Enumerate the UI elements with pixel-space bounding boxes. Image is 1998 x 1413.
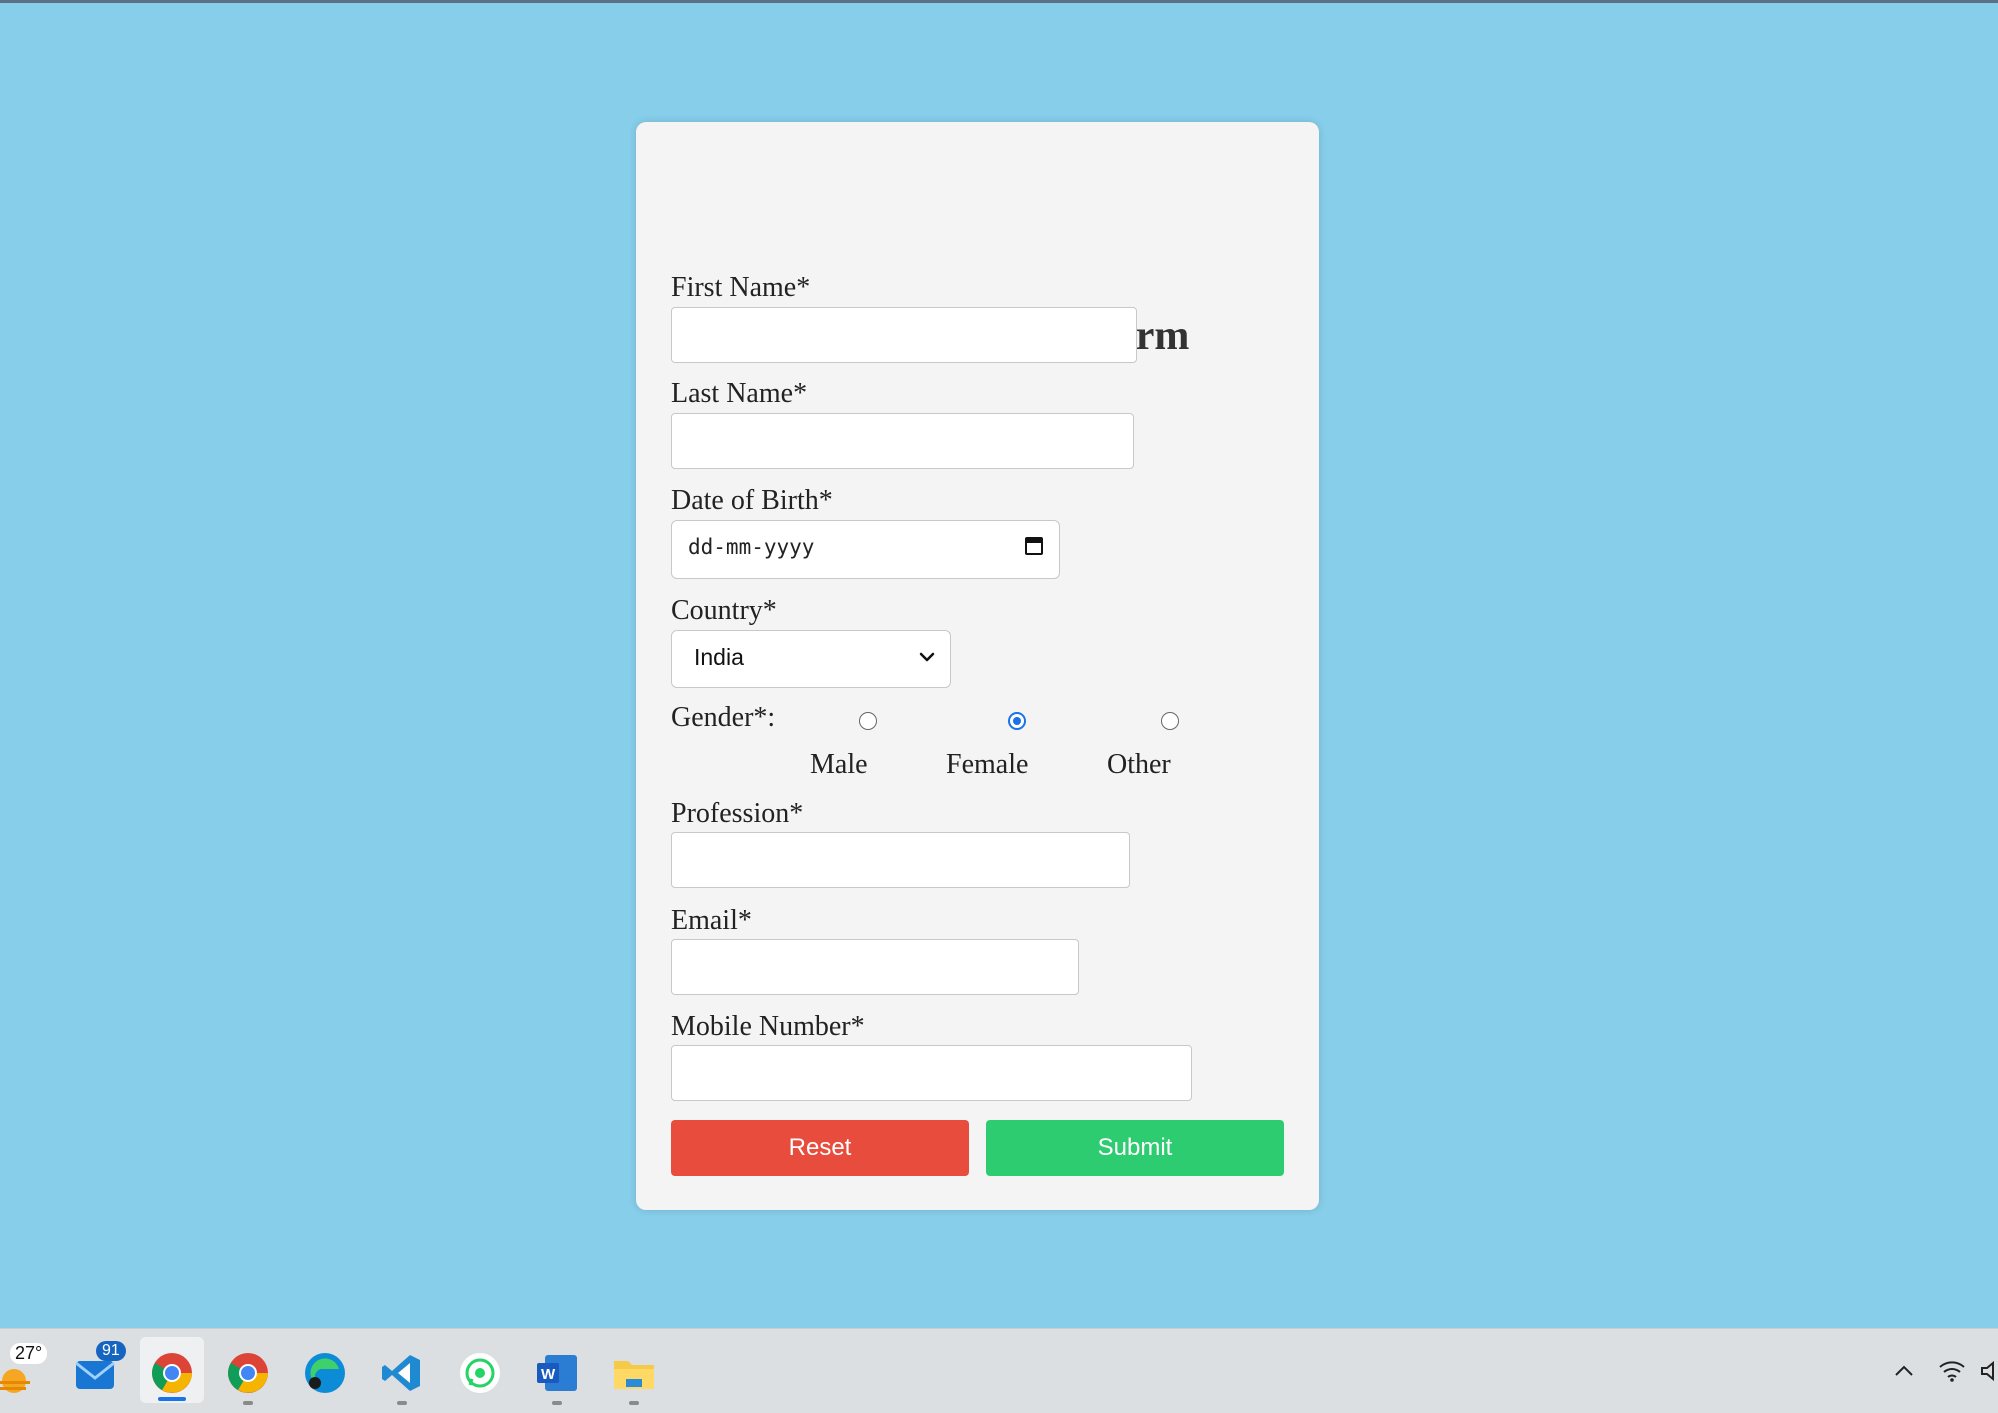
profession-input[interactable] [671, 832, 1130, 888]
window-top-border [0, 0, 1998, 3]
mobile-label: Mobile Number* [671, 1011, 865, 1042]
weather-temp: 27° [10, 1343, 48, 1364]
country-label: Country* [671, 595, 777, 626]
profession-label: Profession* [671, 798, 804, 829]
gender-male-radio[interactable] [859, 712, 877, 730]
gender-label: Gender*: [671, 702, 776, 733]
active-indicator [158, 1397, 186, 1401]
svg-text:W: W [541, 1366, 556, 1383]
running-indicator [243, 1401, 253, 1405]
chevron-up-icon[interactable] [1893, 1363, 1915, 1379]
dob-placeholder: dd-mm-yyyy [688, 535, 815, 559]
first-name-label: First Name* [671, 272, 811, 303]
chrome-profile-icon[interactable] [226, 1351, 270, 1395]
last-name-input[interactable] [671, 413, 1134, 469]
first-name-input[interactable] [671, 307, 1137, 363]
running-indicator [397, 1401, 407, 1405]
reset-button[interactable]: Reset [671, 1120, 969, 1176]
edge-icon[interactable] [303, 1351, 347, 1395]
dob-label: Date of Birth* [671, 485, 833, 516]
chrome-taskbar-button[interactable] [140, 1337, 204, 1403]
file-explorer-icon[interactable] [612, 1351, 656, 1395]
chrome-icon [152, 1353, 192, 1393]
last-name-label: Last Name* [671, 378, 808, 409]
whatsapp-icon[interactable] [458, 1351, 502, 1395]
weather-widget[interactable]: 27° [0, 1343, 54, 1403]
weather-icon [0, 1369, 30, 1393]
gender-other-label: Other [1107, 749, 1171, 780]
country-selected-value: India [694, 644, 744, 670]
email-input[interactable] [671, 939, 1079, 995]
mobile-input[interactable] [671, 1045, 1192, 1101]
wifi-icon[interactable] [1938, 1359, 1966, 1383]
chevron-down-icon [919, 652, 935, 662]
submit-button[interactable]: Submit [986, 1120, 1284, 1176]
gender-female-label: Female [946, 749, 1029, 780]
dob-input[interactable]: dd-mm-yyyy [671, 520, 1060, 579]
gender-male-label: Male [810, 749, 868, 780]
email-label: Email* [671, 905, 752, 936]
mail-badge: 91 [96, 1341, 126, 1361]
gender-other-radio[interactable] [1161, 712, 1179, 730]
country-select[interactable]: India [671, 630, 951, 688]
taskbar: 27° 91 W [0, 1328, 1998, 1413]
volume-icon[interactable] [1980, 1359, 1998, 1383]
running-indicator [629, 1401, 639, 1405]
gender-female-radio[interactable] [1008, 712, 1026, 730]
calendar-icon[interactable] [1025, 537, 1043, 555]
word-icon[interactable]: W [535, 1351, 579, 1395]
vscode-icon[interactable] [380, 1351, 424, 1395]
running-indicator [552, 1401, 562, 1405]
mail-icon[interactable]: 91 [74, 1341, 126, 1395]
